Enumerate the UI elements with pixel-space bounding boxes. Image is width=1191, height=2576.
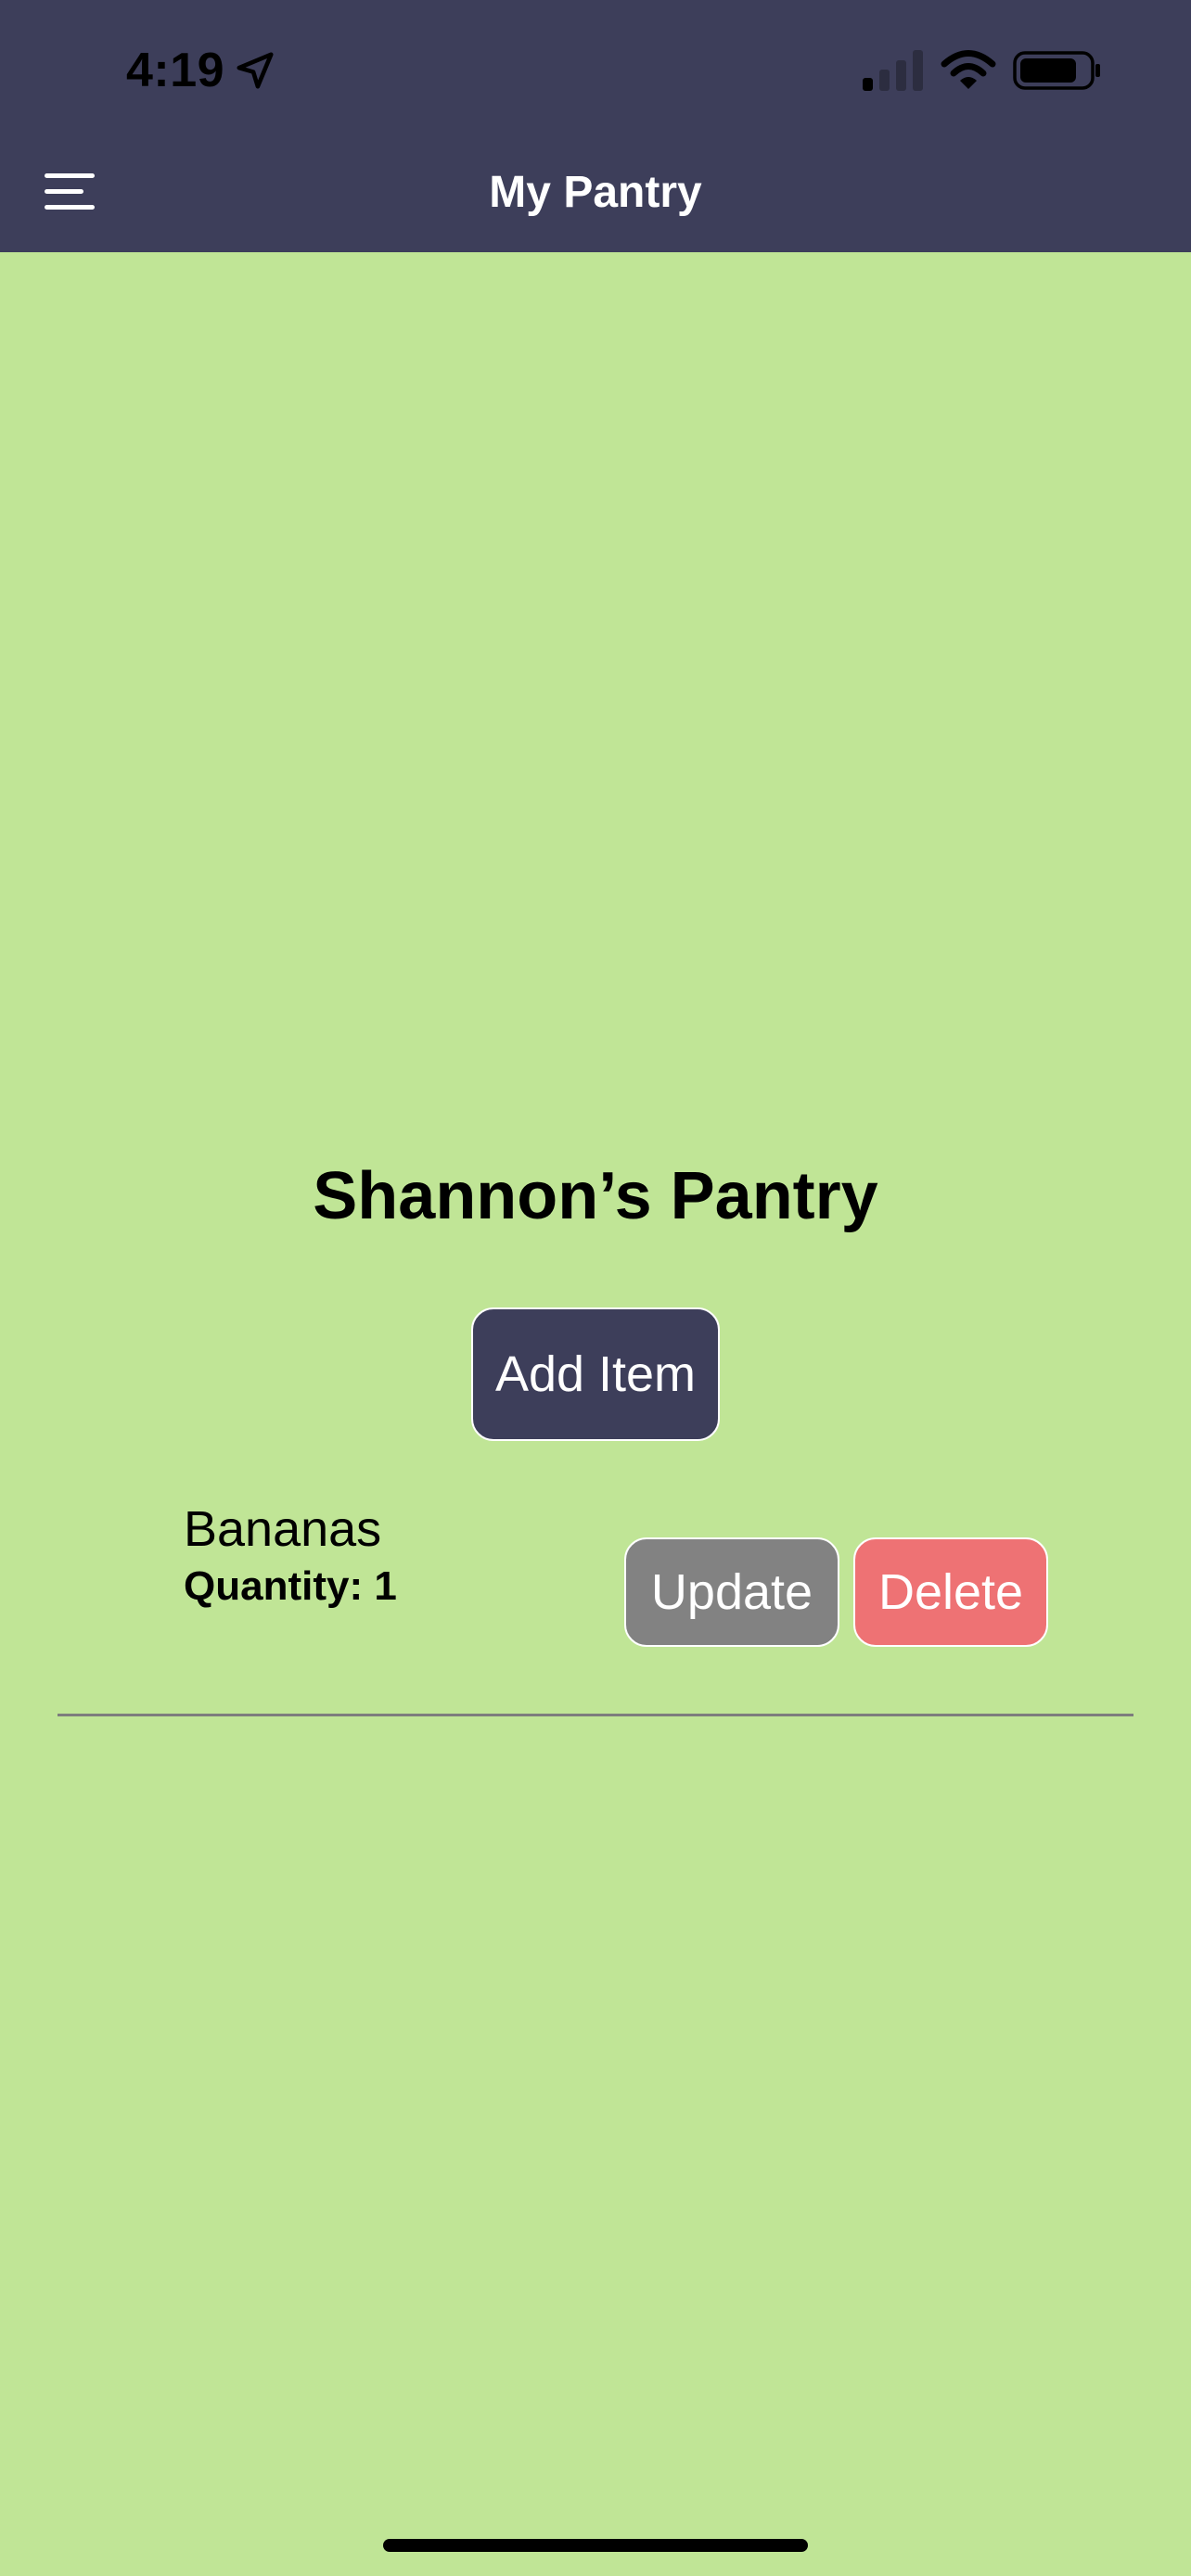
item-quantity: Quantity: 1 (184, 1563, 397, 1609)
pantry-title: Shannon’s Pantry (313, 1159, 878, 1233)
delete-button[interactable]: Delete (853, 1537, 1048, 1647)
app-header: 4:19 My Pantry (0, 0, 1191, 252)
item-name: Bananas (184, 1501, 382, 1557)
update-button[interactable]: Update (624, 1537, 839, 1647)
add-item-button[interactable]: Add Item (471, 1307, 720, 1441)
status-bar-time: 4:19 (126, 41, 276, 100)
battery-icon (1013, 51, 1100, 90)
status-time-text: 4:19 (126, 44, 225, 97)
item-divider (58, 1714, 1133, 1716)
cellular-signal-icon (863, 50, 923, 91)
home-indicator[interactable] (383, 2539, 808, 2552)
location-arrow-icon (237, 52, 274, 89)
wifi-icon (941, 50, 996, 89)
page-title: My Pantry (489, 168, 702, 217)
status-icons (863, 48, 1102, 93)
